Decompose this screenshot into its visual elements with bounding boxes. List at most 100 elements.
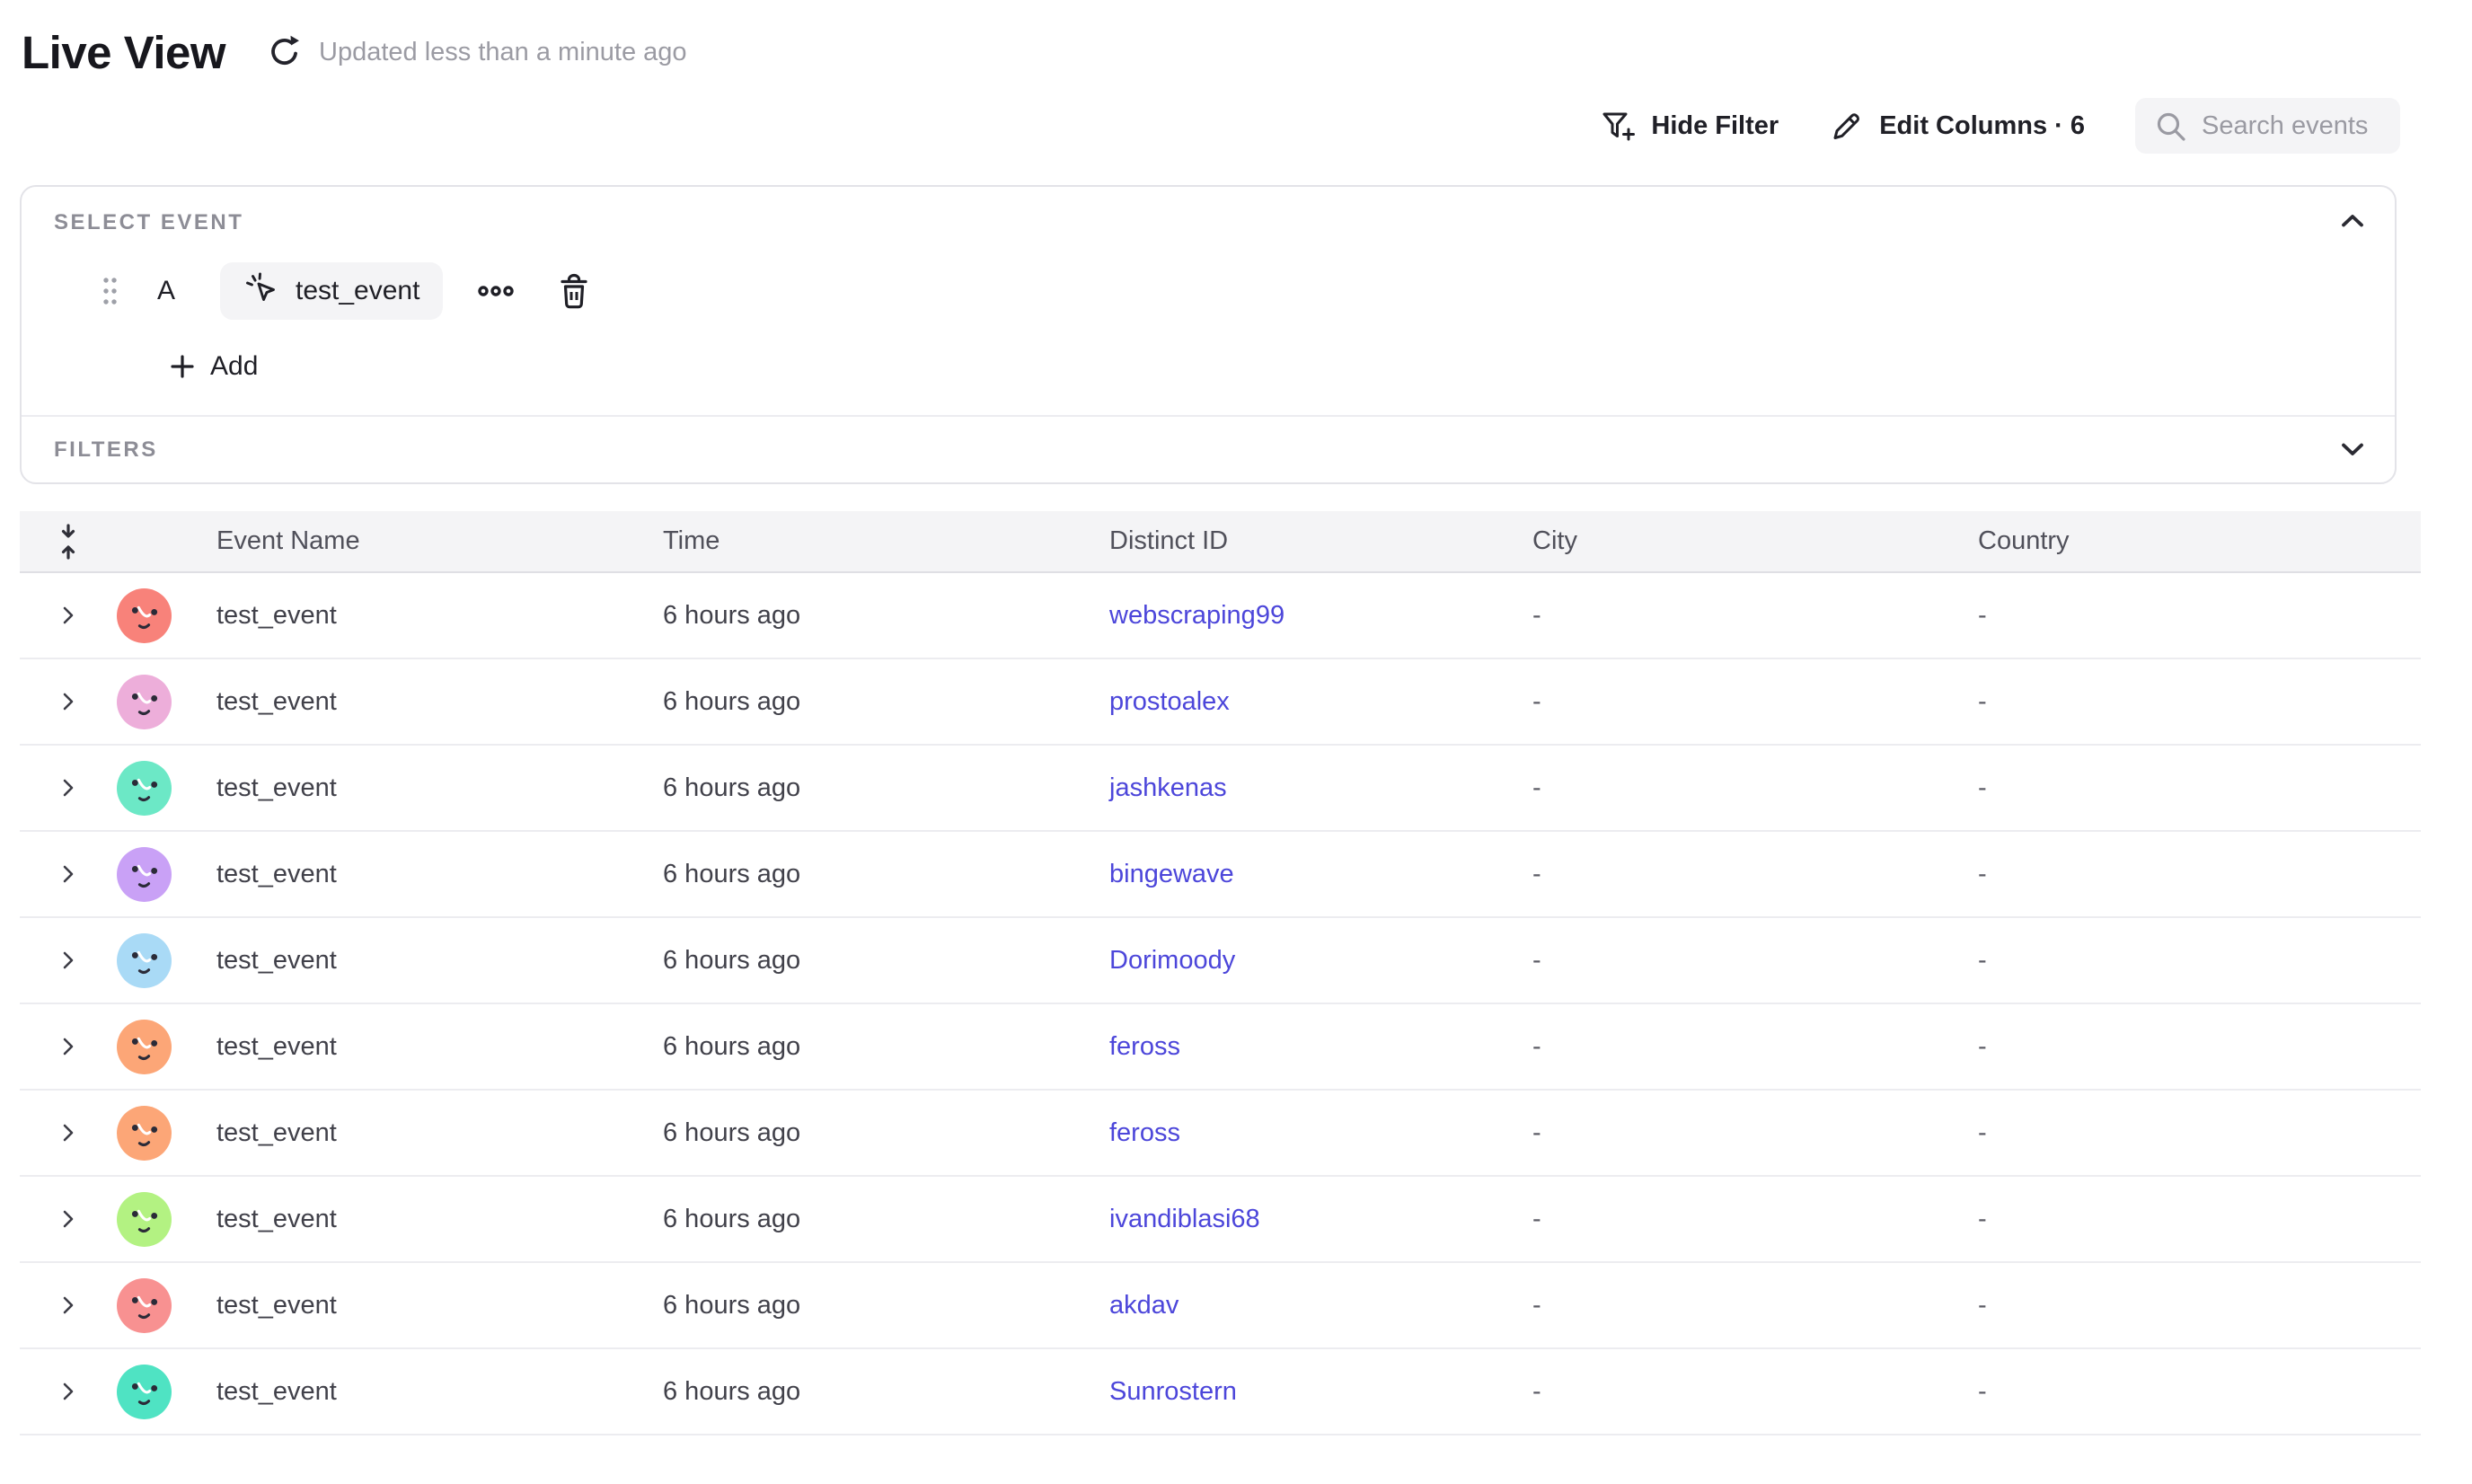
- expand-row-button[interactable]: [52, 857, 84, 891]
- chevron-right-icon: [57, 1294, 79, 1317]
- cell-time: 6 hours ago: [663, 946, 1109, 976]
- event-query-row: A test_event: [54, 262, 2362, 320]
- select-event-collapse-button[interactable]: [2334, 207, 2371, 235]
- cell-event-name: test_event: [196, 1205, 663, 1234]
- page-header: Live View Updated less than a minute ago: [0, 0, 2472, 83]
- edit-columns-button[interactable]: Edit Columns · 6: [1829, 108, 2085, 144]
- filters-expand-button[interactable]: [2334, 435, 2371, 464]
- expand-row-button[interactable]: [52, 1288, 84, 1322]
- cell-city: -: [1532, 601, 1978, 631]
- distinct-id-link[interactable]: feross: [1109, 1032, 1180, 1061]
- table-header-row: Event Name Time Distinct ID City Country: [20, 511, 2421, 573]
- column-header-country[interactable]: Country: [1978, 526, 2421, 556]
- user-avatar: [117, 675, 172, 729]
- table-row: test_event 6 hours ago feross - -: [20, 1004, 2421, 1091]
- cell-country: -: [1978, 1118, 2421, 1148]
- distinct-id-link[interactable]: bingewave: [1109, 860, 1234, 888]
- distinct-id-link[interactable]: jashkenas: [1109, 773, 1227, 802]
- user-avatar: [117, 761, 172, 816]
- filter-plus-icon: [1599, 107, 1637, 145]
- cell-country: -: [1978, 946, 2421, 976]
- table-row: test_event 6 hours ago Sunrostern - -: [20, 1349, 2421, 1435]
- expand-row-button[interactable]: [52, 1374, 84, 1409]
- expand-row-button[interactable]: [52, 1202, 84, 1236]
- column-header-event-name[interactable]: Event Name: [196, 526, 663, 556]
- distinct-id-link[interactable]: webscraping99: [1109, 601, 1285, 630]
- delete-event-button[interactable]: [552, 267, 596, 315]
- add-event-label: Add: [210, 351, 258, 382]
- chevron-right-icon: [57, 862, 79, 886]
- distinct-id-link[interactable]: akdav: [1109, 1291, 1179, 1320]
- chevron-right-icon: [57, 1207, 79, 1231]
- chevron-up-icon: [2339, 212, 2366, 230]
- distinct-id-link[interactable]: prostoalex: [1109, 687, 1230, 716]
- cell-country: -: [1978, 1032, 2421, 1062]
- cell-time: 6 hours ago: [663, 860, 1109, 889]
- cell-time: 6 hours ago: [663, 687, 1109, 717]
- expand-row-button[interactable]: [52, 771, 84, 805]
- selected-event-button[interactable]: test_event: [220, 262, 443, 320]
- chevron-right-icon: [57, 690, 79, 713]
- cell-time: 6 hours ago: [663, 1032, 1109, 1062]
- search-events-box: [2135, 98, 2400, 154]
- expand-row-button[interactable]: [52, 943, 84, 977]
- cell-time: 6 hours ago: [663, 601, 1109, 631]
- cell-event-name: test_event: [196, 1032, 663, 1062]
- edit-columns-label: Edit Columns · 6: [1879, 111, 2085, 141]
- table-row: test_event 6 hours ago prostoalex - -: [20, 659, 2421, 746]
- hide-filter-button[interactable]: Hide Filter: [1599, 107, 1779, 145]
- user-avatar: [117, 1278, 172, 1333]
- user-avatar: [117, 1106, 172, 1161]
- user-avatar: [117, 847, 172, 902]
- column-header-city[interactable]: City: [1532, 526, 1978, 556]
- trash-icon: [556, 270, 592, 312]
- column-header-distinct-id[interactable]: Distinct ID: [1109, 526, 1532, 556]
- table-row: test_event 6 hours ago feross - -: [20, 1091, 2421, 1177]
- distinct-id-link[interactable]: feross: [1109, 1118, 1180, 1147]
- cell-city: -: [1532, 860, 1978, 889]
- cell-city: -: [1532, 773, 1978, 803]
- cell-event-name: test_event: [196, 687, 663, 717]
- filters-label: FILTERS: [54, 437, 158, 463]
- search-icon: [2155, 110, 2187, 143]
- hide-filter-label: Hide Filter: [1651, 111, 1779, 141]
- table-row: test_event 6 hours ago Dorimoody - -: [20, 918, 2421, 1004]
- event-step-letter: A: [157, 276, 175, 306]
- distinct-id-link[interactable]: Dorimoody: [1109, 946, 1235, 975]
- filters-section: FILTERS: [22, 415, 2395, 482]
- events-table: Event Name Time Distinct ID City Country…: [20, 511, 2421, 1435]
- distinct-id-link[interactable]: Sunrostern: [1109, 1377, 1237, 1406]
- cell-country: -: [1978, 860, 2421, 889]
- collapse-rows-button[interactable]: [49, 517, 87, 566]
- cell-country: -: [1978, 687, 2421, 717]
- cell-country: -: [1978, 1377, 2421, 1407]
- select-event-label: SELECT EVENT: [54, 210, 2362, 235]
- user-avatar: [117, 1365, 172, 1419]
- chevron-right-icon: [57, 1035, 79, 1058]
- drag-handle-icon[interactable]: [102, 274, 118, 308]
- user-avatar: [117, 933, 172, 988]
- cell-city: -: [1532, 1377, 1978, 1407]
- refresh-button[interactable]: [265, 32, 305, 72]
- table-row: test_event 6 hours ago jashkenas - -: [20, 746, 2421, 832]
- add-event-button[interactable]: Add: [169, 351, 258, 382]
- distinct-id-link[interactable]: ivandiblasi68: [1109, 1205, 1260, 1233]
- expand-row-button[interactable]: [52, 1116, 84, 1150]
- expand-row-button[interactable]: [52, 1029, 84, 1064]
- cell-event-name: test_event: [196, 773, 663, 803]
- toolbar: Hide Filter Edit Columns · 6: [0, 95, 2400, 156]
- cell-city: -: [1532, 1205, 1978, 1234]
- select-event-section: SELECT EVENT A: [22, 187, 2395, 415]
- expand-row-button[interactable]: [52, 685, 84, 719]
- column-header-time[interactable]: Time: [663, 526, 1109, 556]
- expand-row-button[interactable]: [52, 598, 84, 632]
- refresh-icon: [266, 33, 304, 71]
- table-row: test_event 6 hours ago bingewave - -: [20, 832, 2421, 918]
- chevron-right-icon: [57, 604, 79, 627]
- cell-time: 6 hours ago: [663, 1377, 1109, 1407]
- cell-country: -: [1978, 601, 2421, 631]
- add-event-row: Add: [169, 347, 2362, 386]
- cell-event-name: test_event: [196, 601, 663, 631]
- event-more-options-button[interactable]: [470, 278, 522, 305]
- chevron-right-icon: [57, 776, 79, 799]
